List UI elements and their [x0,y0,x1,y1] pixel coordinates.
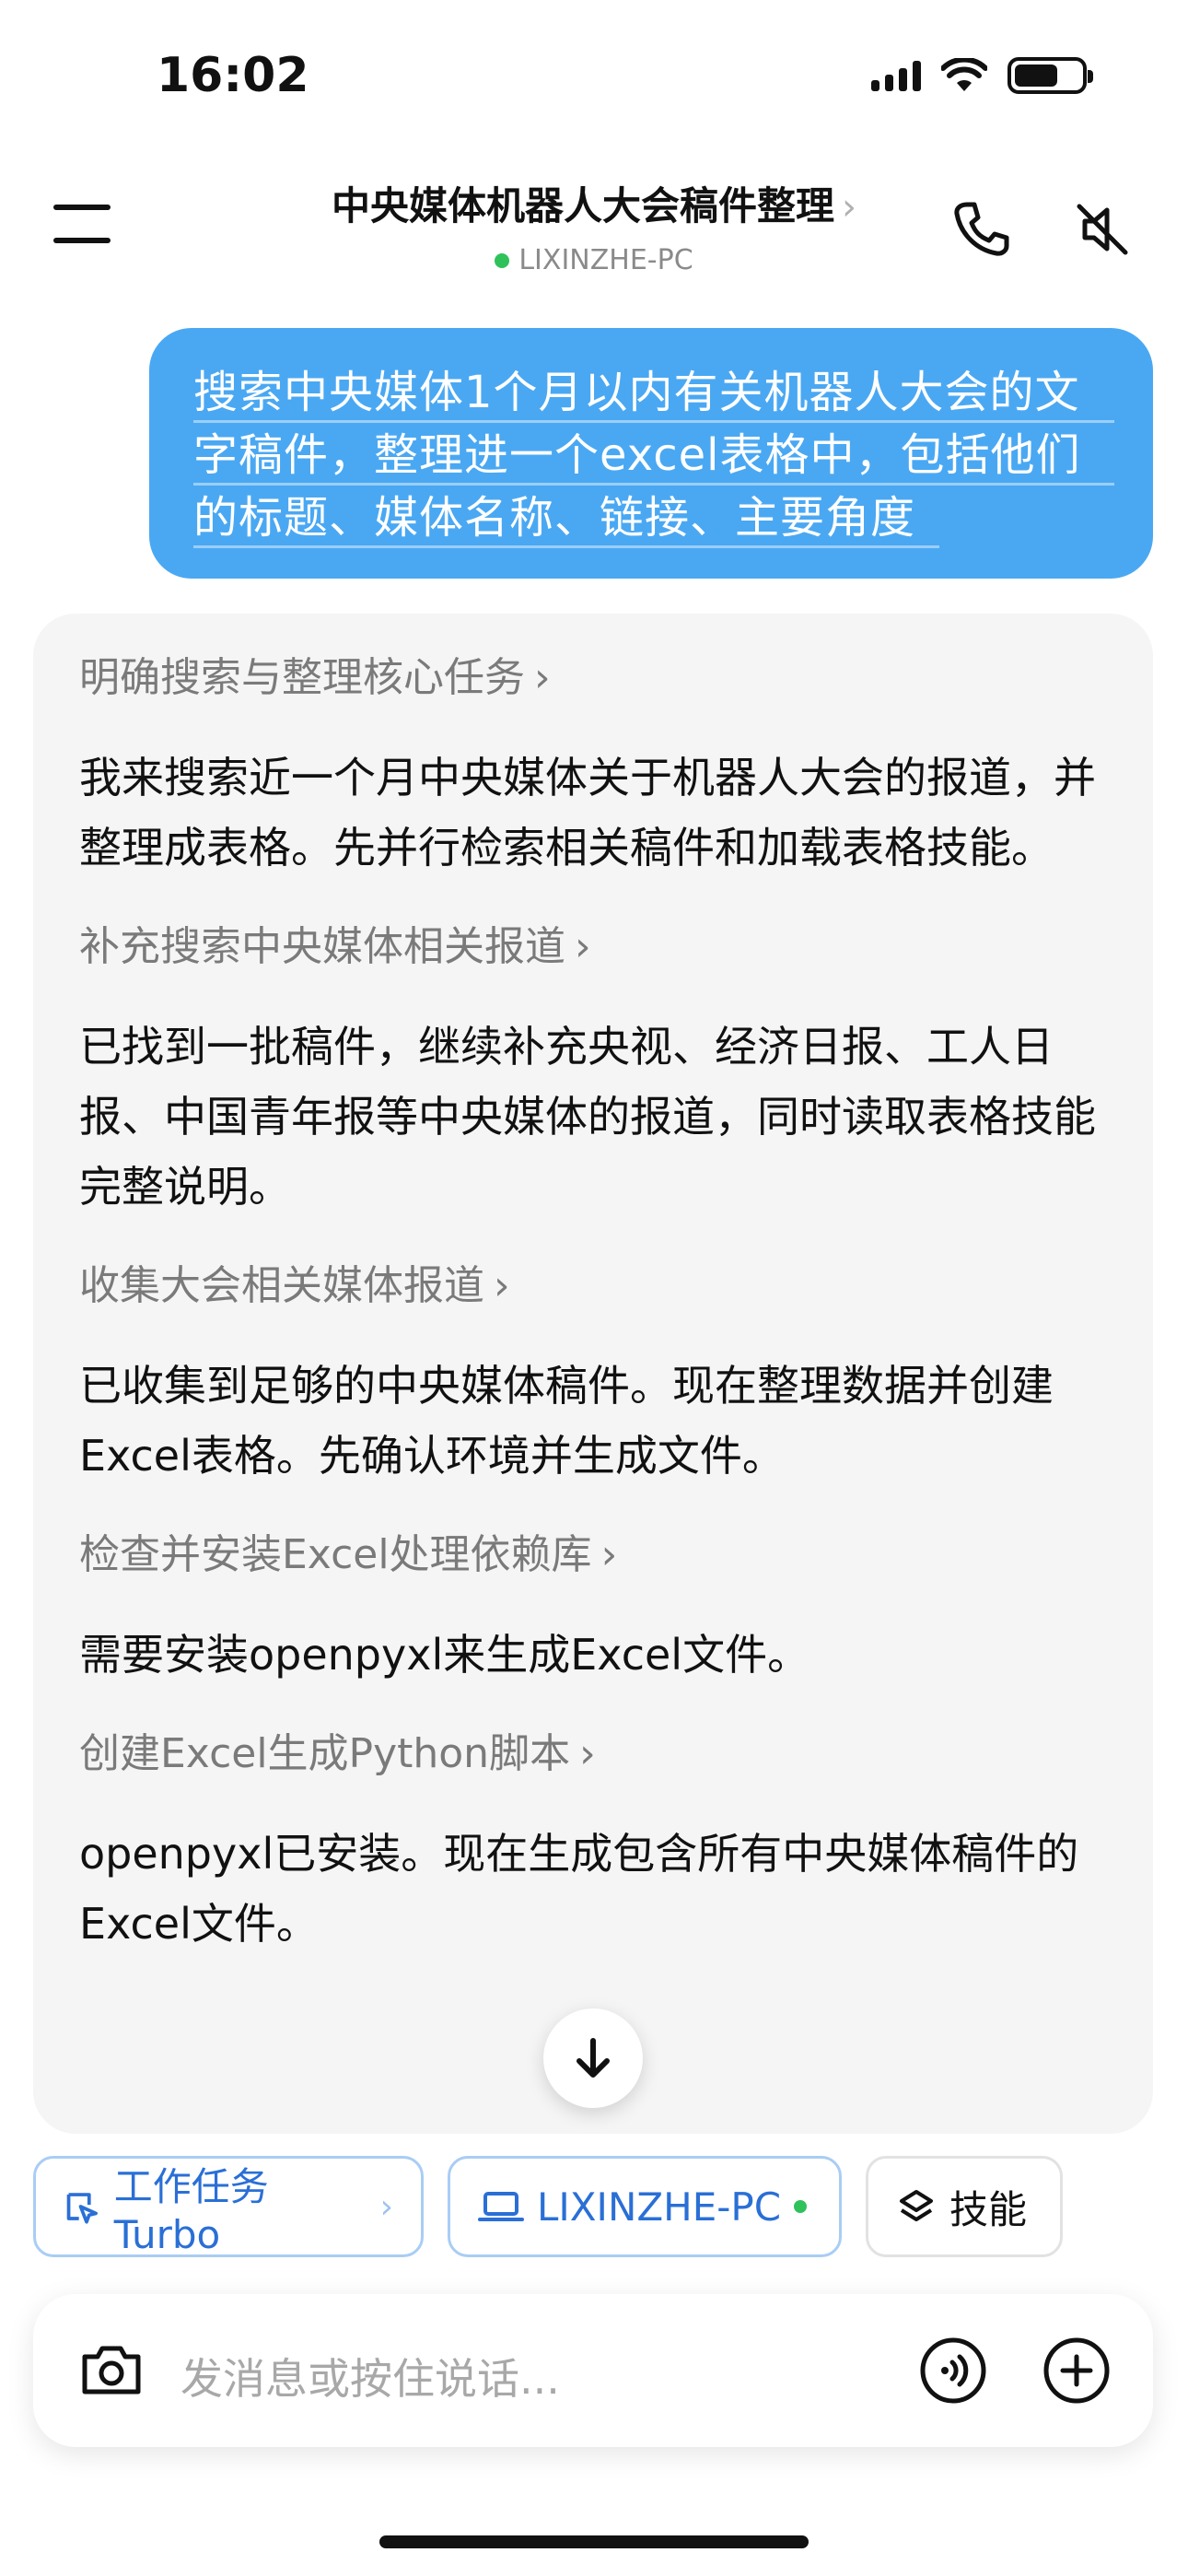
step-title-toggle[interactable]: 创建Excel生成Python脚本 › [79,1727,1107,1782]
mode-chips: 工作任务 Turbo › LIXINZHE-PC 技能 [33,2156,1063,2257]
chevron-right-icon: › [575,923,591,970]
battery-icon [1007,57,1093,94]
step-title-text: 明确搜索与整理核心任务 [79,654,525,701]
user-message-bubble[interactable]: 搜索中央媒体1个月以内有关机器人大会的文 字稿件，整理进一个excel表格中，包… [149,328,1153,579]
step-title-text: 检查并安装Excel处理依赖库 [79,1531,592,1578]
user-message-line: 字稿件，整理进一个excel表格中，包括他们 [193,429,1081,481]
skills-label: 技能 [949,2186,1028,2232]
status-bar: 16:02 [0,0,1188,157]
device-chip[interactable]: LIXINZHE-PC [448,2156,842,2257]
chevron-right-icon: › [600,1531,618,1578]
step-title-toggle[interactable]: 补充搜索中央媒体相关报道 › [79,919,1107,975]
speaker-mute-icon[interactable] [1070,197,1135,262]
status-time: 16:02 [157,48,309,103]
task-icon [66,2193,99,2224]
chevron-right-icon: › [494,1262,510,1309]
step-body: 已收集到足够的中央媒体稿件。现在整理数据并创建Excel表格。先确认环境并生成文… [79,1361,1054,1481]
skills-chip[interactable]: 技能 [866,2156,1063,2257]
assistant-message-card: 明确搜索与整理核心任务 › 我来搜索近一个月中央媒体关于机器人大会的报道，并整理成… [33,614,1153,2134]
cellular-signal-icon [871,60,921,91]
chat-title: 中央媒体机器人大会稿件整理 [331,183,834,228]
step-body: 需要安装openpyxl来生成Excel文件。 [79,1630,810,1680]
scroll-to-bottom-button[interactable] [543,2008,643,2108]
home-indicator[interactable] [379,2535,809,2548]
step-body: 已找到一批稿件，继续补充央视、经济日报、工人日报、中国青年报等中央媒体的报道，同… [79,1022,1096,1212]
layers-icon [900,2190,933,2221]
user-message-line: 搜索中央媒体1个月以内有关机器人大会的文 [193,367,1080,418]
chevron-right-icon: › [579,1730,596,1777]
device-name: LIXINZHE-PC [518,244,693,276]
text-underline [193,483,1114,486]
plus-icon[interactable] [1041,2335,1112,2406]
message-input[interactable]: 发消息或按住说话... [181,2346,560,2406]
task-mode-chip[interactable]: 工作任务 Turbo › [33,2156,424,2257]
camera-icon[interactable] [76,2335,147,2406]
step-body: 我来搜索近一个月中央媒体关于机器人大会的报道，并整理成表格。先并行检索相关稿件和… [79,753,1096,872]
text-underline [193,420,1114,423]
status-icons [871,57,1093,94]
step-title-toggle[interactable]: 检查并安装Excel处理依赖库 › [79,1528,1107,1583]
laptop-icon [478,2192,524,2221]
online-dot-icon [495,252,510,268]
step-title-text: 创建Excel生成Python脚本 [79,1730,571,1777]
phone-icon[interactable] [949,197,1013,262]
chevron-right-icon: › [534,654,551,701]
step-title-text: 收集大会相关媒体报道 [79,1262,484,1309]
user-message-line: 的标题、媒体名称、链接、主要角度 [193,492,916,544]
voice-icon[interactable] [917,2335,989,2406]
step-title-text: 补充搜索中央媒体相关报道 [79,923,565,970]
wifi-icon [941,58,987,91]
device-chip-label: LIXINZHE-PC [537,2184,782,2230]
arrow-down-icon [577,2038,610,2078]
step-title-toggle[interactable]: 明确搜索与整理核心任务 › [79,650,1107,706]
step-title-toggle[interactable]: 收集大会相关媒体报道 › [79,1259,1107,1314]
text-underline [193,545,939,548]
step-body: openpyxl已安装。现在生成包含所有中央媒体稿件的Excel文件。 [79,1829,1079,1949]
chat-header: 中央媒体机器人大会稿件整理 › LIXINZHE-PC [0,157,1188,304]
title-chevron-icon: › [842,186,856,228]
chevron-right-icon: › [379,2187,393,2226]
task-mode-label: 工作任务 Turbo [113,2164,269,2257]
online-dot-icon [794,2200,808,2213]
message-input-bar: 发消息或按住说话... [33,2294,1153,2447]
